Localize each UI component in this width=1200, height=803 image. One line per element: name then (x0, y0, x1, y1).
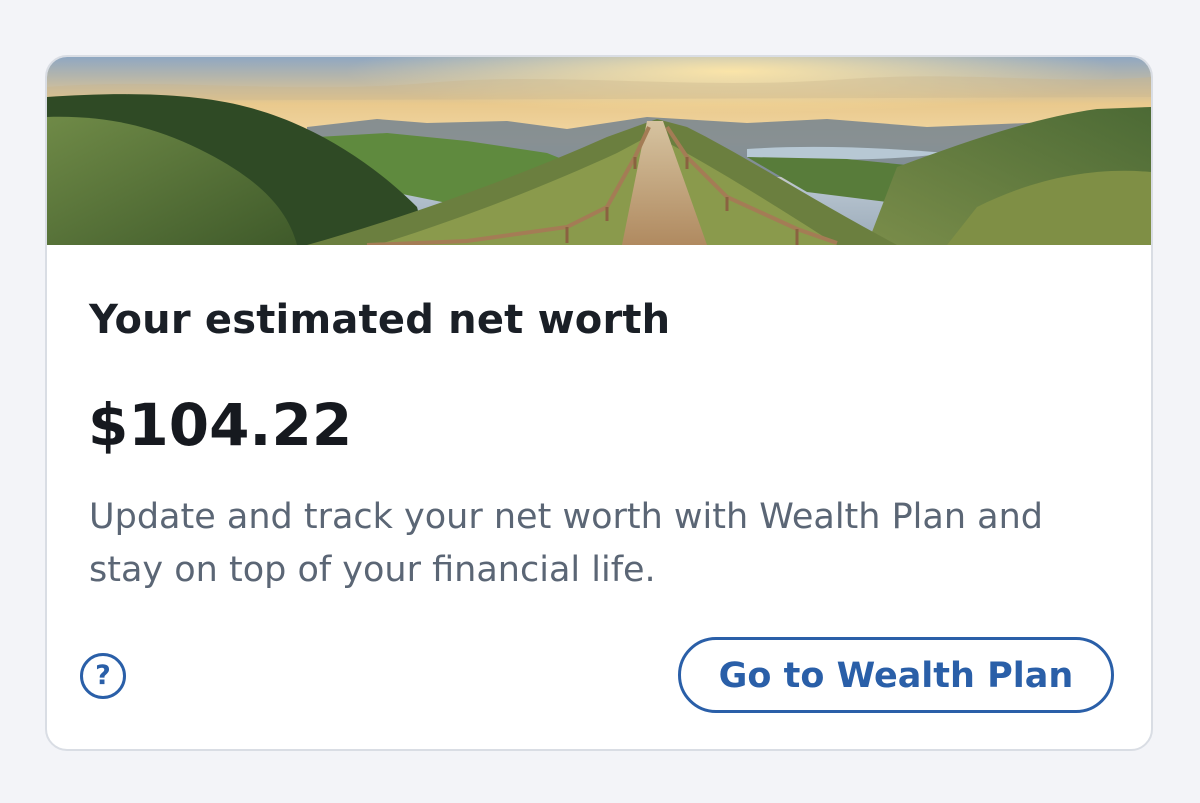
help-glyph: ? (95, 660, 111, 691)
net-worth-amount: $104.22 (88, 391, 353, 459)
card-description: Update and track your net worth with Wea… (89, 497, 1044, 590)
card-title: Your estimated net worth (89, 297, 671, 343)
net-worth-card: Your estimated net worth $104.22 Update … (45, 55, 1153, 751)
hero-landscape-image (47, 57, 1151, 245)
question-circle-icon[interactable]: ? (80, 653, 126, 699)
mountain-path-illustration (47, 57, 1151, 245)
go-to-wealth-plan-button[interactable]: Go to Wealth Plan (678, 637, 1114, 713)
